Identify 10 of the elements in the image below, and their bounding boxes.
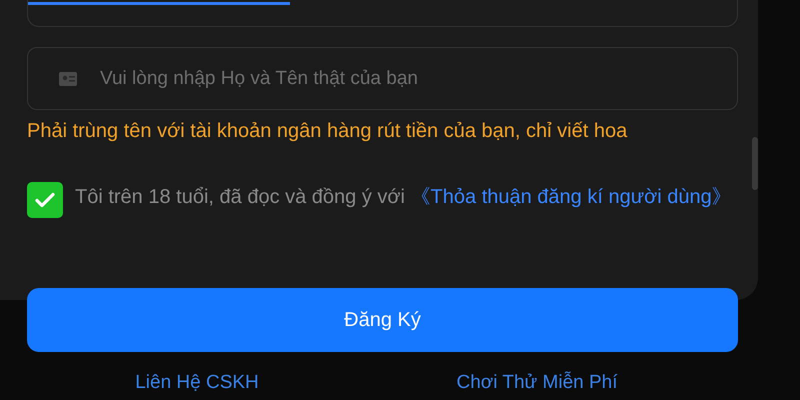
id-card-icon bbox=[58, 70, 78, 86]
scrollbar[interactable] bbox=[752, 137, 758, 190]
agreement-link[interactable]: 《Thỏa thuận đăng kí người dùng》 bbox=[410, 186, 732, 208]
name-field[interactable]: Vui lòng nhập Họ và Tên thật của bạn bbox=[27, 47, 738, 110]
agreement-text: Tôi trên 18 tuổi, đã đọc và đồng ý với bbox=[75, 186, 405, 208]
name-input: Vui lòng nhập Họ và Tên thật của bạn bbox=[98, 66, 737, 90]
input-field[interactable] bbox=[27, 0, 738, 27]
register-button[interactable]: Đăng Ký bbox=[27, 288, 738, 352]
checkbox[interactable] bbox=[27, 182, 63, 218]
warning-text: Phải trùng tên với tài khoản ngân hàng rút tiền của bạn, chỉ viết hoa bbox=[27, 119, 628, 144]
